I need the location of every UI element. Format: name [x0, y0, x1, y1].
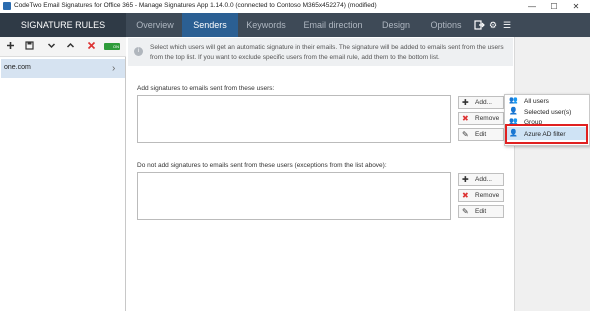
save-icon: [24, 41, 34, 50]
include-edit-label: Edit: [475, 131, 487, 138]
move-down-icon: [47, 43, 55, 49]
maximize-button[interactable]: ☐: [544, 0, 564, 13]
enable-toggle[interactable]: ON: [104, 43, 120, 50]
exclude-users-list[interactable]: [137, 172, 451, 220]
exclude-remove-label: Remove: [475, 192, 500, 199]
edit-icon: ✎: [462, 130, 469, 139]
signature-rules-title: SIGNATURE RULES: [0, 13, 126, 37]
save-rule-button[interactable]: [22, 40, 36, 54]
chevron-right-icon: ›: [112, 63, 116, 74]
include-remove-button[interactable]: ✖ Remove: [458, 112, 504, 125]
menu-item-all-users[interactable]: All users: [524, 98, 549, 105]
include-users-label: Add signatures to emails sent from these…: [137, 85, 275, 92]
gear-icon[interactable]: ⚙: [486, 13, 500, 37]
include-add-label: Add...: [475, 99, 492, 106]
exclude-users-label: Do not add signatures to emails sent fro…: [137, 162, 387, 169]
all-users-icon: 👥: [509, 97, 518, 104]
include-add-button[interactable]: ✚ Add...: [458, 96, 504, 109]
minimize-button[interactable]: —: [522, 0, 542, 13]
remove-icon: ✖: [462, 191, 469, 200]
delete-icon: [87, 41, 95, 50]
move-up-button[interactable]: [63, 40, 77, 54]
tab-overview[interactable]: Overview: [128, 13, 182, 37]
app-icon: [3, 2, 11, 10]
add-icon: ✚: [462, 98, 469, 107]
menu-item-selected-users[interactable]: Selected user(s): [524, 109, 571, 116]
rule-name: one.com: [4, 64, 31, 71]
exclude-add-label: Add...: [475, 176, 492, 183]
delete-rule-button[interactable]: [84, 40, 98, 54]
exclude-add-button[interactable]: ✚ Add...: [458, 173, 504, 186]
include-remove-label: Remove: [475, 115, 500, 122]
info-text: Select which users will get an automatic…: [150, 44, 504, 61]
include-users-list[interactable]: [137, 95, 451, 143]
highlight-annotation-box: [505, 124, 588, 144]
add-rule-button[interactable]: [3, 40, 17, 54]
hamburger-menu-icon[interactable]: ☰: [500, 13, 514, 37]
exit-icon[interactable]: [472, 13, 486, 37]
tab-options[interactable]: Options: [420, 13, 472, 37]
move-down-button[interactable]: [44, 40, 58, 54]
tab-email-direction[interactable]: Email direction: [294, 13, 372, 37]
tab-design[interactable]: Design: [372, 13, 420, 37]
exclude-edit-button[interactable]: ✎ Edit: [458, 205, 504, 218]
add-icon: [6, 42, 14, 49]
include-edit-button[interactable]: ✎ Edit: [458, 128, 504, 141]
rules-sidebar: [0, 37, 126, 311]
window-title: CodeTwo Email Signatures for Office 365 …: [14, 2, 377, 9]
exclude-remove-button[interactable]: ✖ Remove: [458, 189, 504, 202]
remove-icon: ✖: [462, 114, 469, 123]
add-icon: ✚: [462, 175, 469, 184]
edit-icon: ✎: [462, 207, 469, 216]
tab-keywords[interactable]: Keywords: [238, 13, 294, 37]
selected-users-icon: 👤: [509, 108, 518, 115]
move-up-icon: [66, 42, 74, 48]
exclude-edit-label: Edit: [475, 208, 487, 215]
tab-senders[interactable]: Senders: [182, 13, 238, 37]
right-gutter: [514, 37, 590, 311]
close-button[interactable]: ✕: [566, 0, 586, 13]
info-icon: i: [134, 47, 143, 56]
